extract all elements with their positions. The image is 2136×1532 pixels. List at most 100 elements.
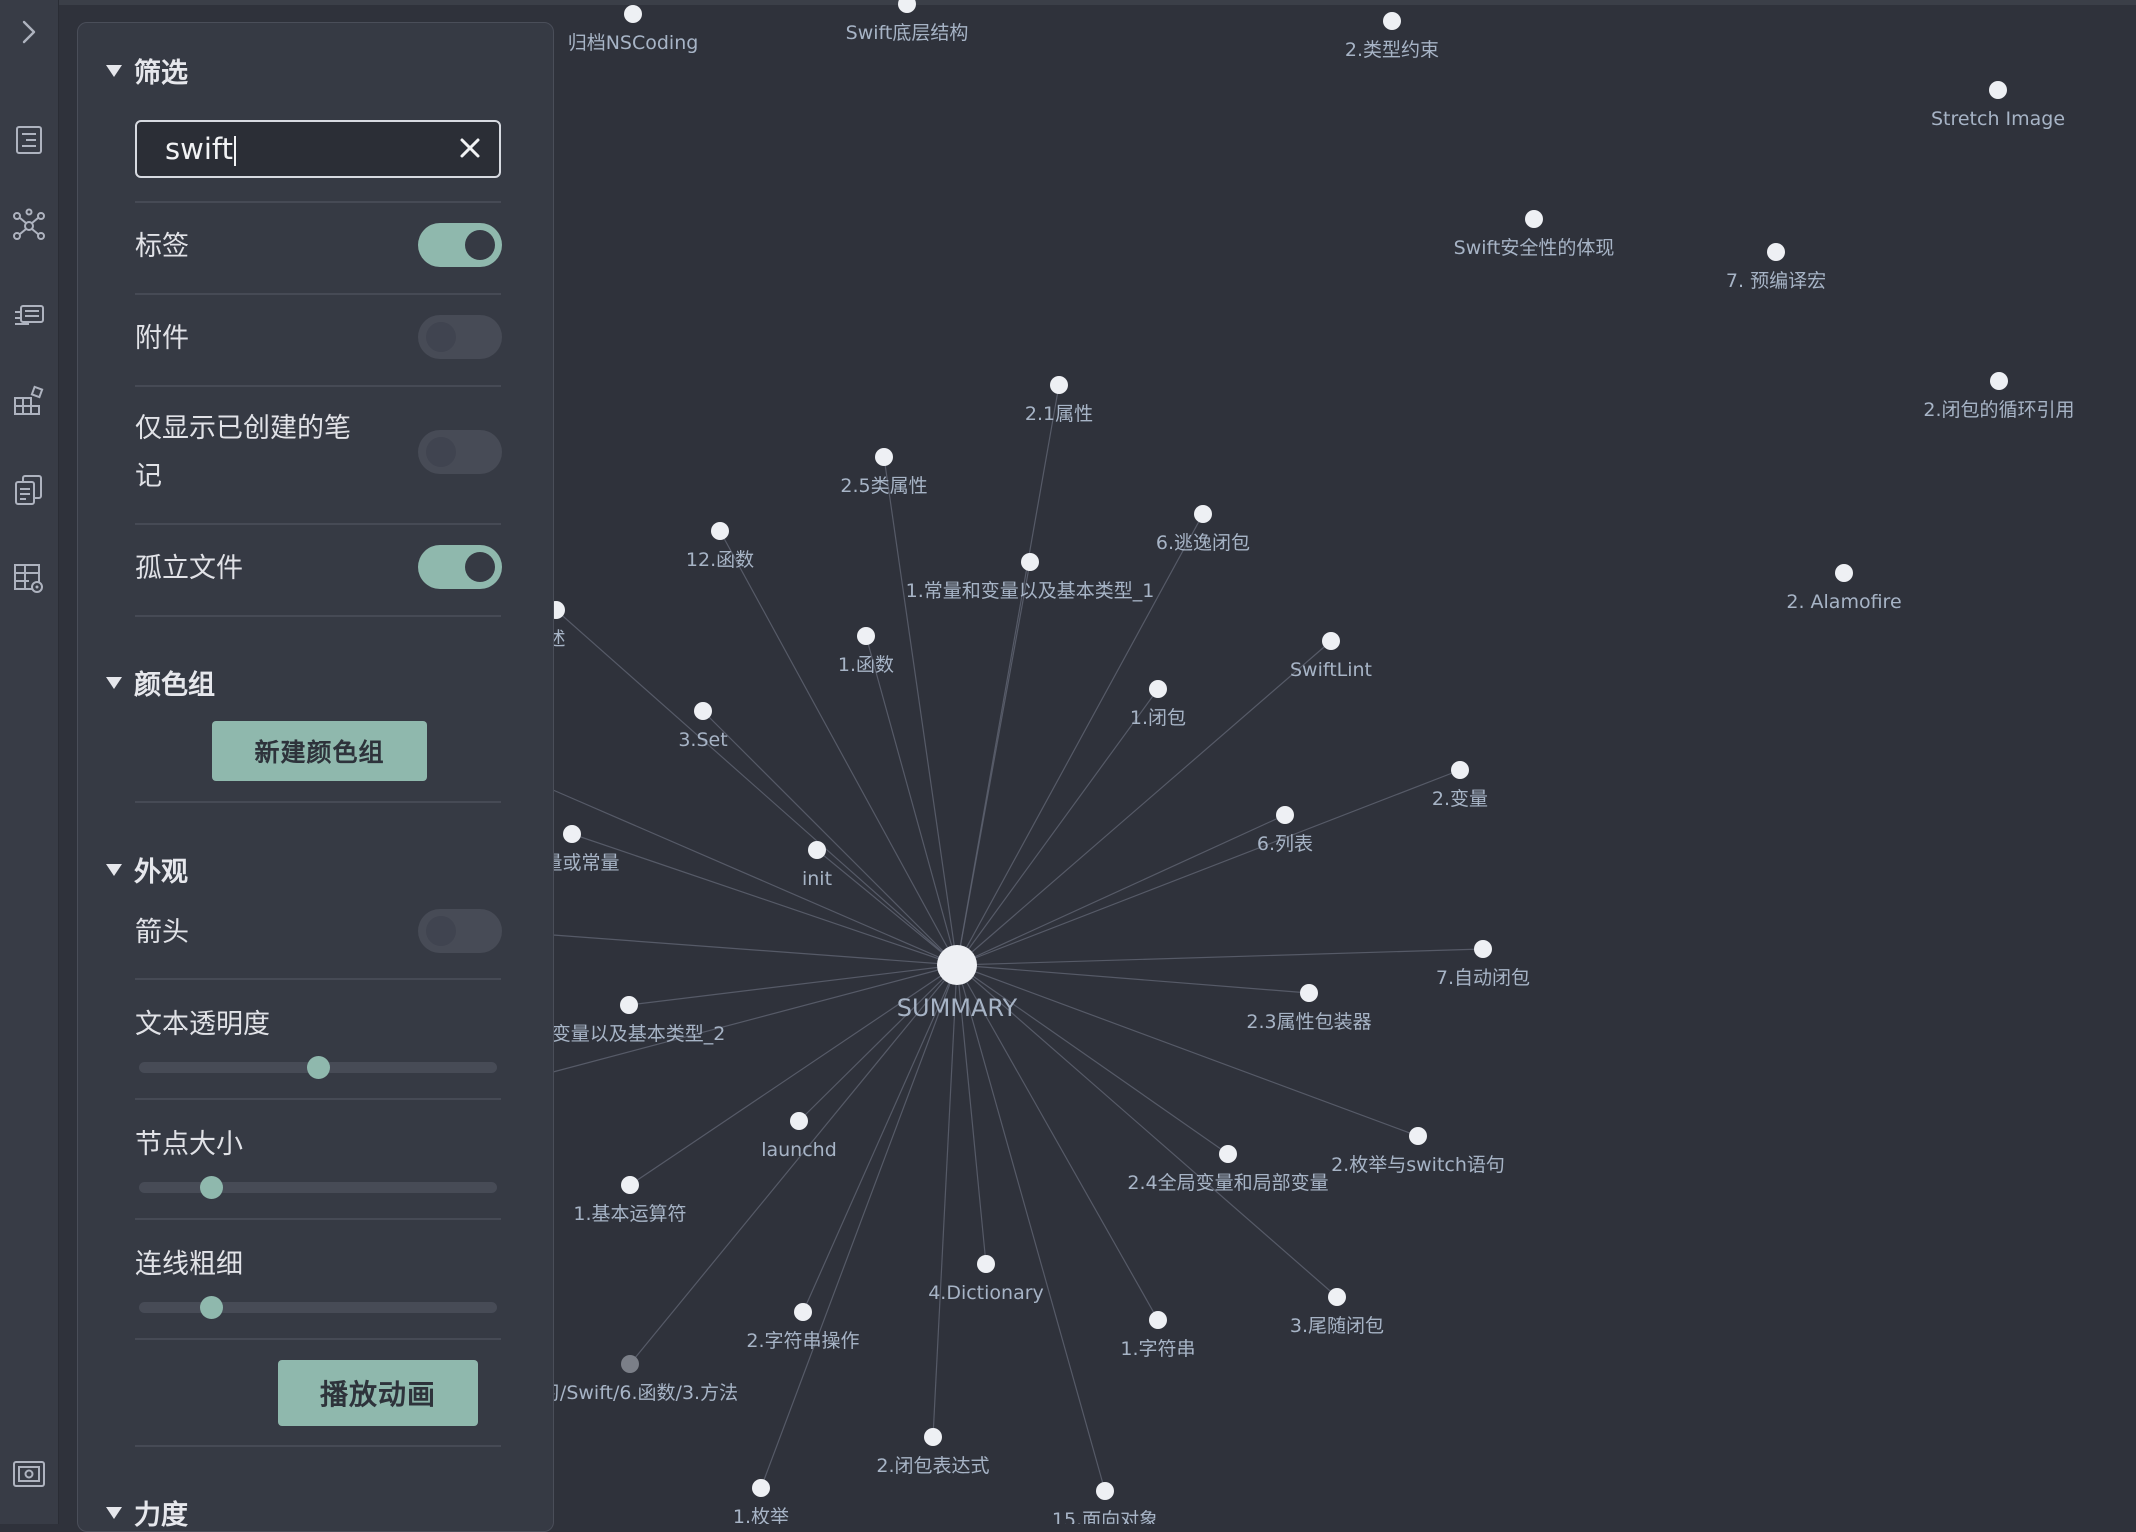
graph-node[interactable]: 2.字符串操作 <box>746 1303 860 1352</box>
node-dot[interactable] <box>1149 1311 1167 1329</box>
node-dot[interactable] <box>977 1255 995 1273</box>
graph-node[interactable]: 12.函数 <box>686 522 754 571</box>
forces-section-header[interactable]: 力度 <box>106 1493 188 1531</box>
graph-node[interactable]: 6.逃逸闭包 <box>1156 505 1250 554</box>
graph-node[interactable]: 1.函数 <box>838 627 894 676</box>
node-dot[interactable] <box>1409 1127 1427 1145</box>
graph-node[interactable]: 2.3属性包装器 <box>1246 984 1372 1033</box>
graph-node[interactable]: 2.枚举与switch语句 <box>1331 1127 1505 1176</box>
graph-node[interactable]: 3.Set <box>678 702 728 751</box>
node-dot[interactable] <box>1328 1288 1346 1306</box>
node-dot[interactable] <box>1383 12 1401 30</box>
graph-node[interactable]: init <box>802 841 832 890</box>
graph-node[interactable]: 学习/Swift/6.函数/3.方法 <box>522 1355 738 1404</box>
node-dot[interactable] <box>1276 806 1294 824</box>
plugins-icon[interactable] <box>11 384 47 420</box>
node-dot[interactable] <box>752 1479 770 1497</box>
graph-node[interactable]: 2.5类属性 <box>840 448 928 497</box>
node-dot[interactable] <box>794 1303 812 1321</box>
graph-view-icon[interactable] <box>11 208 47 244</box>
graph-node[interactable]: 7.自动闭包 <box>1436 940 1530 989</box>
graph-node[interactable]: 15.面向对象 <box>1052 1482 1158 1524</box>
node-dot[interactable] <box>924 1428 942 1446</box>
node-dot[interactable] <box>1050 376 1068 394</box>
display-section-header[interactable]: 外观 <box>106 850 188 889</box>
node-dot[interactable] <box>1021 553 1039 571</box>
existing-files-only-toggle[interactable] <box>418 430 502 474</box>
table-settings-icon[interactable] <box>11 560 47 596</box>
node-dot[interactable] <box>621 1355 639 1373</box>
node-dot[interactable] <box>1194 505 1212 523</box>
graph-node[interactable]: 2.4全局变量和局部变量 <box>1127 1145 1329 1194</box>
node-dot[interactable] <box>1990 372 2008 390</box>
center-node[interactable]: SUMMARY <box>897 945 1018 1022</box>
groups-section-header[interactable]: 颜色组 <box>106 663 215 702</box>
graph-node[interactable]: 1.基本运算符 <box>573 1176 687 1225</box>
graph-node[interactable]: 1.闭包 <box>1130 680 1186 729</box>
node-dot[interactable] <box>563 825 581 843</box>
graph-node[interactable]: Swift底层结构 <box>846 0 969 44</box>
graph-node[interactable]: SwiftLint <box>1290 632 1372 681</box>
graph-node[interactable]: Stretch Image <box>1931 81 2065 130</box>
graph-node[interactable]: 2.闭包表达式 <box>876 1428 990 1477</box>
orphans-toggle[interactable] <box>418 545 502 589</box>
node-dot[interactable] <box>1322 632 1340 650</box>
graph-node[interactable]: 4.Dictionary <box>928 1255 1044 1304</box>
attachments-toggle[interactable] <box>418 315 502 359</box>
node-dot[interactable] <box>875 448 893 466</box>
center-node-dot[interactable] <box>937 945 977 985</box>
node-dot[interactable] <box>1474 940 1492 958</box>
node-dot[interactable] <box>1525 210 1543 228</box>
outline-icon[interactable] <box>11 122 47 158</box>
vault-icon[interactable] <box>11 1456 47 1492</box>
node-dot[interactable] <box>857 627 875 645</box>
node-dot[interactable] <box>1989 81 2007 99</box>
graph-node[interactable]: 1.字符串 <box>1120 1311 1196 1360</box>
node-dot[interactable] <box>711 522 729 540</box>
file-recovery-icon[interactable] <box>11 472 47 508</box>
tags-toggle[interactable] <box>418 223 502 267</box>
node-dot[interactable] <box>1096 1482 1114 1500</box>
node-dot[interactable] <box>624 5 642 23</box>
new-group-button[interactable]: 新建颜色组 <box>212 721 427 781</box>
cards-icon[interactable] <box>11 298 47 334</box>
node-label: 2.5类属性 <box>840 475 927 497</box>
node-dot[interactable] <box>1767 243 1785 261</box>
node-dot[interactable] <box>1219 1145 1237 1163</box>
search-input[interactable]: swift <box>135 120 501 178</box>
expand-chevron-icon[interactable] <box>11 14 47 50</box>
slider-thumb[interactable] <box>199 1296 223 1319</box>
node-dot[interactable] <box>1835 564 1853 582</box>
graph-node[interactable]: 和变量以及基本类型_2 <box>533 996 726 1045</box>
graph-node[interactable]: 1.枚举 <box>733 1479 789 1524</box>
slider-thumb[interactable] <box>199 1176 223 1199</box>
graph-node[interactable]: 7. 预编译宏 <box>1726 243 1826 292</box>
graph-node[interactable]: 2.1属性 <box>1025 376 1093 425</box>
graph-node[interactable]: 3.尾随闭包 <box>1290 1288 1384 1337</box>
node-dot[interactable] <box>790 1112 808 1130</box>
graph-node[interactable]: 2.闭包的循环引用 <box>1923 372 2075 421</box>
node-dot[interactable] <box>620 996 638 1014</box>
graph-node[interactable]: 2. Alamofire <box>1786 564 1902 613</box>
graph-node[interactable]: 2.类型约束 <box>1345 12 1439 61</box>
node-dot[interactable] <box>1149 680 1167 698</box>
graph-node[interactable]: 1.常量和变量以及基本类型_1 <box>906 553 1155 602</box>
line-width-slider[interactable] <box>139 1296 497 1319</box>
filters-section-header[interactable]: 筛选 <box>106 51 188 90</box>
arrows-toggle[interactable] <box>418 909 502 953</box>
node-dot[interactable] <box>1300 984 1318 1002</box>
node-dot[interactable] <box>808 841 826 859</box>
node-dot[interactable] <box>898 0 916 13</box>
animate-button[interactable]: 播放动画 <box>278 1360 478 1426</box>
text-fade-slider[interactable] <box>139 1056 497 1079</box>
node-dot[interactable] <box>694 702 712 720</box>
graph-node[interactable]: Swift安全性的体现 <box>1454 210 1615 259</box>
clear-search-icon[interactable] <box>453 131 487 165</box>
graph-node[interactable]: 2.变量 <box>1432 761 1488 810</box>
slider-thumb[interactable] <box>307 1056 330 1079</box>
graph-node[interactable]: 归档NSCoding <box>568 5 699 54</box>
node-dot[interactable] <box>1451 761 1469 779</box>
node-size-slider[interactable] <box>139 1176 497 1199</box>
node-dot[interactable] <box>621 1176 639 1194</box>
graph-node[interactable]: launchd <box>761 1112 837 1161</box>
